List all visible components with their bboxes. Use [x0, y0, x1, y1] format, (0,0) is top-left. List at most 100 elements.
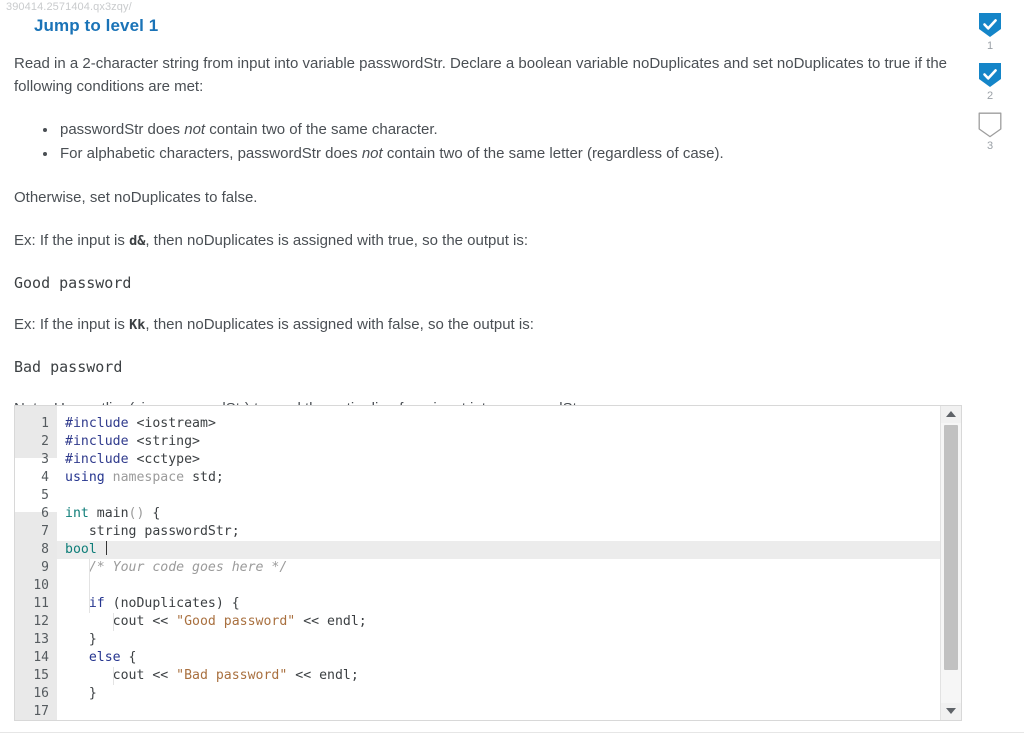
- editor-code-area[interactable]: #include <iostream> #include <string> #inc…: [57, 406, 940, 720]
- progress-badge-3-number: 3: [986, 140, 994, 152]
- line-number-label: 5: [41, 488, 49, 503]
- editor-code-line[interactable]: }: [57, 685, 940, 703]
- editor-vertical-scrollbar[interactable]: [940, 406, 961, 720]
- code-token: else: [88, 650, 121, 665]
- editor-line-number: 8: [15, 541, 57, 559]
- code-token: cout <<: [65, 614, 177, 629]
- progress-badges: 1 2 3: [970, 12, 1010, 162]
- code-token: }: [65, 632, 97, 647]
- editor-code-line[interactable]: else {: [57, 649, 940, 667]
- example-true-pre: Ex: If the input is: [14, 232, 130, 249]
- bottom-divider: [0, 732, 1024, 733]
- editor-line-number: 11: [15, 595, 57, 613]
- editor-line-number: 5: [15, 487, 57, 505]
- example-true: Ex: If the input is d&, then noDuplicate…: [14, 229, 964, 253]
- problem-statement: Jump to level 1 Read in a 2-character st…: [14, 16, 964, 440]
- code-token: << endl;: [287, 668, 359, 683]
- editor-line-number: 9: [15, 559, 57, 577]
- line-number-label: 7: [41, 524, 49, 539]
- code-token: bool: [65, 542, 97, 557]
- progress-badge-1-number: 1: [986, 40, 994, 52]
- code-token: /* Your code goes here */: [65, 560, 288, 575]
- editor-code-line[interactable]: [57, 703, 940, 720]
- condition-1-emphasis: not: [184, 121, 206, 138]
- editor-code-line[interactable]: }: [57, 631, 940, 649]
- indent-guide: [89, 559, 90, 613]
- line-number-label: 8: [41, 542, 49, 557]
- editor-code-line[interactable]: #include <iostream>: [57, 415, 940, 433]
- code-token: std;: [184, 470, 224, 485]
- line-number-label: 2: [41, 434, 49, 449]
- indent-guide: [113, 613, 114, 631]
- code-editor[interactable]: 1 2 3 4 5 6 7 8 9 10 11 12 13 14 15 16 17 #include <iost…: [14, 405, 962, 721]
- editor-code-line[interactable]: bool: [57, 541, 940, 559]
- line-number-label: 13: [33, 632, 49, 647]
- line-number-label: 15: [33, 668, 49, 683]
- editor-line-number: 16: [15, 685, 57, 703]
- editor-line-number: 2: [15, 433, 57, 451]
- list-item: For alphabetic characters, passwordStr d…: [58, 142, 964, 166]
- editor-line-number: 15: [15, 667, 57, 685]
- list-item: passwordStr does not contain two of the …: [58, 118, 964, 142]
- editor-code-line[interactable]: cout << "Bad password" << endl;: [57, 667, 940, 685]
- editor-code-line[interactable]: string passwordStr;: [57, 523, 940, 541]
- condition-2-pre: For alphabetic characters, passwordStr d…: [60, 145, 362, 162]
- scrollbar-thumb[interactable]: [944, 425, 958, 670]
- editor-line-number: 1: [15, 415, 57, 433]
- editor-line-number: 17: [15, 703, 57, 720]
- line-number-label: 16: [33, 686, 49, 701]
- progress-badge-2[interactable]: 2: [970, 62, 1010, 103]
- editor-code-line[interactable]: #include <cctype>: [57, 451, 940, 469]
- code-token: #include: [65, 452, 129, 467]
- editor-code-line[interactable]: cout << "Good password" << endl;: [57, 613, 940, 631]
- example-false-pre: Ex: If the input is: [14, 316, 130, 333]
- scroll-down-arrow[interactable]: [941, 703, 961, 720]
- editor-line-number: 13: [15, 631, 57, 649]
- line-number-label: 14: [33, 650, 49, 665]
- editor-line-number: 3: [15, 451, 57, 469]
- editor-code-line[interactable]: /* Your code goes here */: [57, 559, 940, 577]
- code-token: if: [88, 596, 105, 611]
- editor-code-line[interactable]: int main() {: [57, 505, 940, 523]
- shield-check-icon: [978, 12, 1002, 38]
- example-false: Ex: If the input is Kk, then noDuplicate…: [14, 313, 964, 337]
- condition-2-emphasis: not: [361, 145, 383, 162]
- indent-guide: [113, 667, 114, 685]
- editor-gutter-numbers: 1 2 3 4 5 6 7 8 9 10 11 12 13 14 15 16 17: [15, 406, 57, 720]
- code-token: int: [65, 506, 89, 521]
- editor-code-line[interactable]: #include <string>: [57, 433, 940, 451]
- progress-badge-1[interactable]: 1: [970, 12, 1010, 53]
- editor-line-number: 4: [15, 469, 57, 487]
- example-true-post: , then noDuplicates is assigned with tru…: [145, 232, 529, 249]
- editor-code-line[interactable]: if (noDuplicates) {: [57, 595, 940, 613]
- code-token: string passwordStr;: [65, 524, 240, 539]
- progress-badge-2-number: 2: [986, 90, 994, 102]
- page-watermark-url: 390414.2571404.qx3zqy/: [6, 1, 132, 13]
- code-token: {: [120, 650, 137, 665]
- code-token: #include: [65, 434, 129, 449]
- shield-empty-icon: [978, 112, 1002, 138]
- code-token: cout <<: [65, 668, 177, 683]
- progress-badge-3[interactable]: 3: [970, 112, 1010, 153]
- editor-line-number: 6: [15, 505, 57, 523]
- editor-code-line[interactable]: [57, 487, 940, 505]
- code-token: "Good password": [176, 614, 296, 629]
- code-token: using: [65, 470, 105, 485]
- editor-code-line[interactable]: [57, 577, 940, 595]
- editor-code-line[interactable]: using namespace std;: [57, 469, 940, 487]
- scroll-up-arrow[interactable]: [941, 406, 961, 423]
- prompt-intro: Read in a 2-character string from input …: [14, 55, 948, 95]
- expected-output-good: Good password: [14, 274, 132, 292]
- conditions-list: passwordStr does not contain two of the …: [14, 118, 964, 166]
- editor-line-number: 12: [15, 613, 57, 631]
- code-token: namespace: [112, 470, 185, 485]
- expected-output-bad: Bad password: [14, 358, 123, 376]
- condition-1-post: contain two of the same character.: [205, 121, 438, 138]
- code-token: main: [88, 506, 129, 521]
- line-number-label: 10: [33, 578, 49, 593]
- editor-line-number: 14: [15, 649, 57, 667]
- code-token: <string>: [136, 434, 201, 449]
